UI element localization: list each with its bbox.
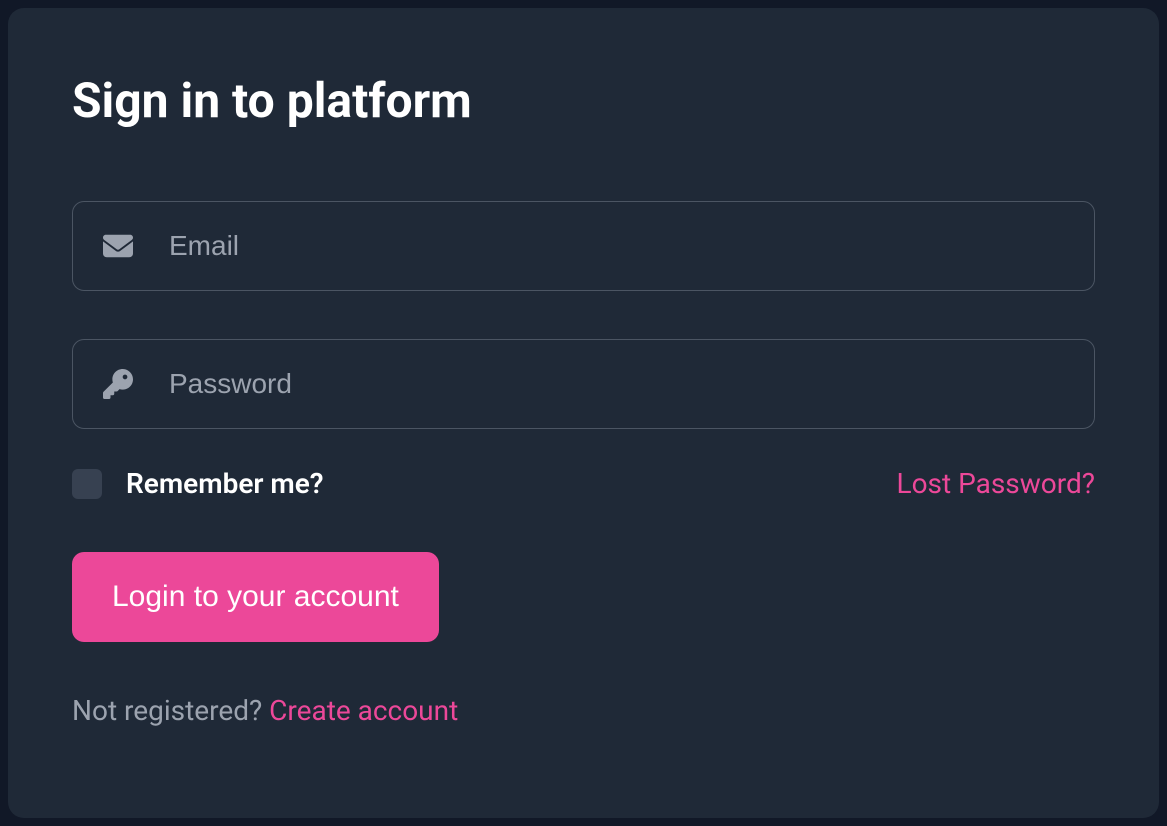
- remember-checkbox[interactable]: [72, 469, 102, 499]
- remember-wrap: Remember me?: [72, 467, 324, 500]
- options-row: Remember me? Lost Password?: [72, 467, 1095, 500]
- key-icon: [103, 369, 133, 399]
- lost-password-link[interactable]: Lost Password?: [896, 467, 1095, 500]
- create-account-link[interactable]: Create account: [269, 694, 458, 727]
- remember-label: Remember me?: [126, 467, 324, 500]
- password-field[interactable]: [169, 368, 1064, 400]
- login-button[interactable]: Login to your account: [72, 552, 439, 642]
- envelope-icon: [103, 231, 133, 261]
- footer-prefix: Not registered?: [72, 694, 269, 727]
- page-title: Sign in to platform: [72, 72, 1095, 129]
- email-input-group: [72, 201, 1095, 291]
- email-field[interactable]: [169, 230, 1064, 262]
- password-input-group: [72, 339, 1095, 429]
- signin-card: Sign in to platform Remember me? Lost Pa…: [8, 8, 1159, 818]
- footer-text: Not registered? Create account: [72, 694, 1095, 727]
